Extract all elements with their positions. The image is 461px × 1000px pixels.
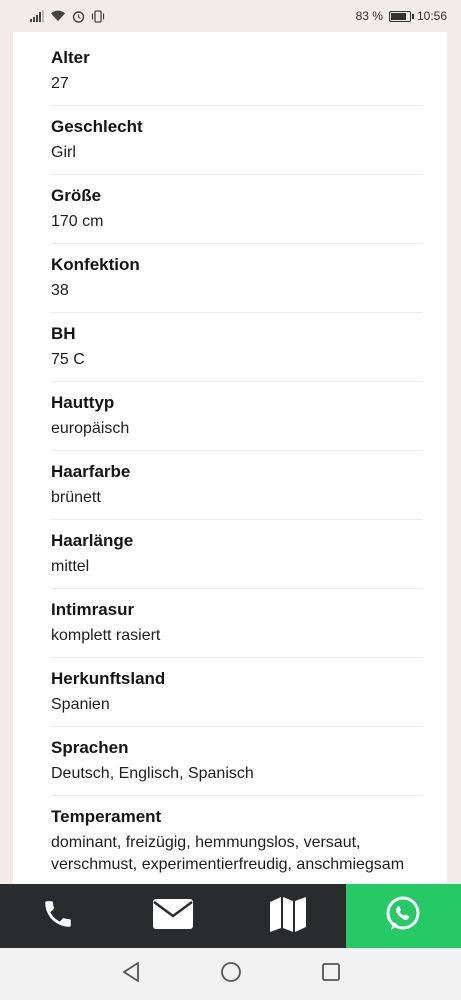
attribute-label: BH: [51, 324, 76, 343]
attribute-value: Girl: [51, 144, 76, 161]
attribute-label: Größe: [51, 186, 102, 205]
whatsapp-icon: [383, 894, 423, 939]
attribute-item-skin-type: Hauttyp europäisch: [51, 392, 423, 451]
wifi-icon: [50, 10, 66, 22]
recents-icon: [321, 962, 341, 987]
battery-icon: [388, 10, 414, 22]
attribute-label: Herkunftsland: [51, 669, 166, 688]
mail-icon: [152, 898, 194, 935]
attribute-label: Haarlänge: [51, 531, 134, 550]
attribute-value: 75 C: [51, 351, 85, 368]
home-icon: [220, 961, 242, 988]
attribute-item-height: Größe 170 cm: [51, 185, 423, 244]
call-button[interactable]: [0, 884, 116, 948]
email-button[interactable]: [115, 884, 231, 948]
attribute-label: Hauttyp: [51, 393, 115, 412]
attribute-label: Sprachen: [51, 738, 129, 757]
attribute-list: Alter 27 Geschlecht Girl Größe 170 cm Ko…: [13, 32, 447, 884]
attribute-label: Temperament: [51, 807, 162, 826]
attribute-value: 38: [51, 282, 69, 299]
clock: 10:56: [416, 9, 447, 23]
back-icon: [121, 961, 141, 988]
battery-fill: [390, 12, 406, 20]
attribute-label: Haarfarbe: [51, 462, 131, 481]
status-bar: 83 % 10:56: [0, 0, 461, 32]
map-icon: [268, 894, 308, 939]
attribute-value: 27: [51, 75, 69, 92]
status-icons-left: [30, 9, 105, 23]
contact-action-bar: [0, 884, 461, 948]
attribute-item-temperament: Temperament dominant, freizügig, hemmung…: [51, 806, 423, 884]
attribute-item-hair-color: Haarfarbe brünett: [51, 461, 423, 520]
attribute-item-age: Alter 27: [51, 47, 423, 106]
attribute-label: Alter: [51, 48, 90, 67]
attribute-value: Spanien: [51, 696, 110, 713]
status-icons-right: 83 % 10:56: [356, 9, 447, 23]
attribute-item-hair-length: Haarlänge mittel: [51, 530, 423, 589]
attribute-value: brünett: [51, 489, 101, 506]
attribute-item-gender: Geschlecht Girl: [51, 116, 423, 175]
attribute-item-bra-size: BH 75 C: [51, 323, 423, 382]
vibrate-icon: [91, 9, 105, 23]
attribute-value: Deutsch, Englisch, Spanisch: [51, 765, 254, 782]
attribute-item-origin-country: Herkunftsland Spanien: [51, 668, 423, 727]
attribute-value: europäisch: [51, 420, 130, 437]
system-navigation-bar: [0, 948, 461, 1000]
alarm-icon: [72, 10, 85, 23]
battery-percent: 83 %: [355, 9, 383, 23]
map-button[interactable]: [230, 884, 346, 948]
whatsapp-button[interactable]: [345, 884, 461, 948]
profile-details-card: Alter 27 Geschlecht Girl Größe 170 cm Ko…: [13, 32, 447, 884]
attribute-item-intimate-shave: Intimrasur komplett rasiert: [51, 599, 423, 658]
attribute-value: mittel: [51, 558, 90, 575]
attribute-item-dress-size: Konfektion 38: [51, 254, 423, 313]
attribute-label: Intimrasur: [51, 600, 135, 619]
attribute-value: komplett rasiert: [51, 627, 161, 644]
attribute-item-languages: Sprachen Deutsch, Englisch, Spanisch: [51, 737, 423, 796]
attribute-label: Geschlecht: [51, 117, 143, 136]
attribute-label: Konfektion: [51, 255, 140, 274]
back-button[interactable]: [116, 959, 146, 989]
phone-icon: [41, 897, 75, 936]
home-button[interactable]: [216, 959, 246, 989]
attribute-value: 170 cm: [51, 213, 104, 230]
attribute-value: dominant, freizügig, hemmungslos, versau…: [51, 834, 405, 873]
recents-button[interactable]: [316, 959, 346, 989]
signal-icon: [30, 10, 44, 22]
